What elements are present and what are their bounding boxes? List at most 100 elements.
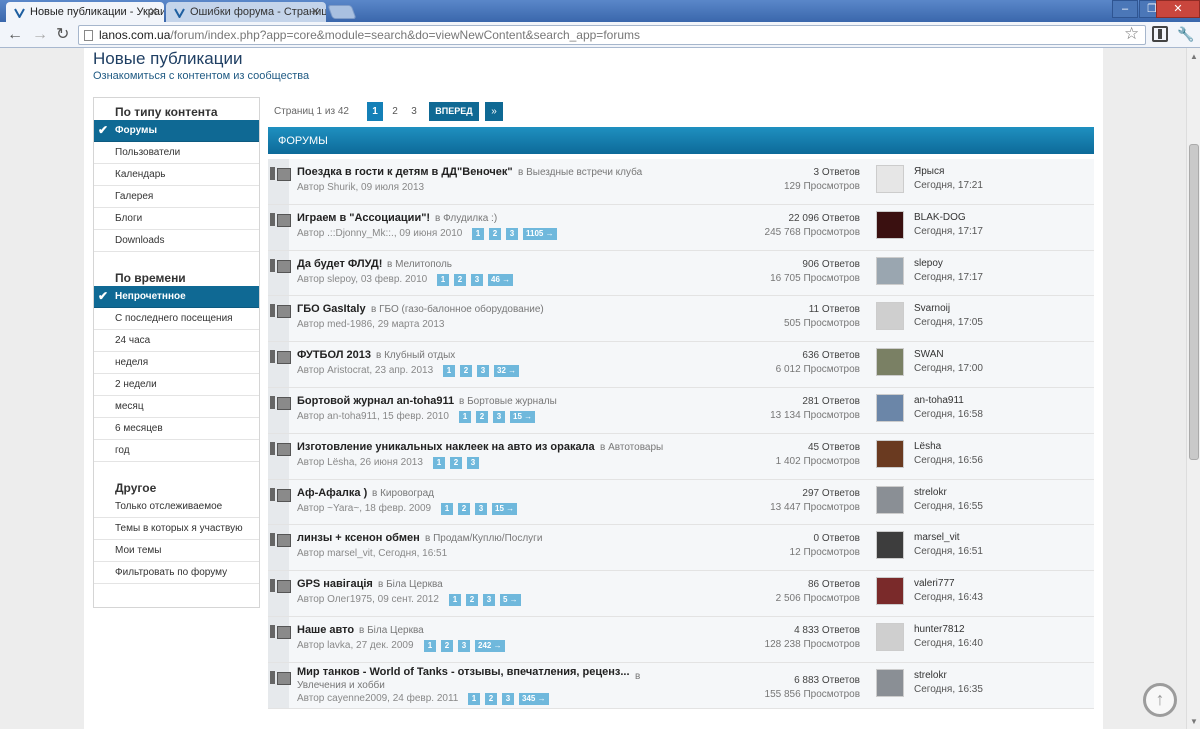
topic-page-link[interactable]: 2	[476, 410, 488, 423]
last-poster-name[interactable]: Svarnoij	[914, 303, 950, 314]
last-poster-name[interactable]: an-toha911	[914, 395, 964, 406]
topic-page-link[interactable]: 3	[477, 365, 489, 378]
last-post-time[interactable]: Сегодня, 16:51	[914, 546, 983, 557]
topic-status-icon[interactable]	[270, 167, 291, 181]
avatar[interactable]	[876, 165, 904, 193]
topic-status-icon[interactable]	[270, 258, 291, 273]
settings-wrench-icon[interactable]: 🔧	[1177, 25, 1194, 43]
topic-status-icon[interactable]	[270, 670, 291, 685]
topic-title-link[interactable]: Играем в "Ассоциации"!	[297, 212, 430, 224]
window-close-button[interactable]: ✕	[1156, 0, 1200, 18]
topic-status-icon[interactable]	[270, 624, 291, 639]
topic-page-link[interactable]: 15 →	[510, 410, 536, 423]
sidebar-item-2weeks[interactable]: 2 недели	[94, 374, 259, 396]
last-post-time[interactable]: Сегодня, 17:17	[914, 226, 983, 237]
page-2-button[interactable]: 2	[387, 102, 403, 121]
topic-row[interactable]: Да будет ФЛУД! в Мелитополь Автор slepoy, …	[268, 250, 1094, 297]
new-tab-button[interactable]	[327, 5, 357, 19]
topic-page-link[interactable]: 1	[433, 456, 445, 469]
sidebar-item-6months[interactable]: 6 месяцев	[94, 418, 259, 440]
topic-status-icon[interactable]	[270, 304, 291, 319]
avatar[interactable]	[876, 256, 904, 285]
sidebar-item-24h[interactable]: 24 часа	[94, 330, 259, 352]
last-page-button[interactable]: »	[485, 102, 503, 121]
topic-row[interactable]: Поездка в гости к детям в ДД"Веночек" в В…	[268, 159, 1094, 205]
avatar[interactable]	[876, 577, 904, 606]
last-poster-name[interactable]: slepoy	[914, 258, 943, 269]
topic-page-link[interactable]: 1	[459, 410, 471, 423]
last-post-time[interactable]: Сегодня, 16:43	[914, 592, 983, 603]
scrollbar[interactable]: ▲ ▼	[1186, 48, 1200, 729]
last-post-time[interactable]: Сегодня, 16:58	[914, 409, 983, 420]
topic-row[interactable]: GPS навігація в Біла Церква Автор Олег1975…	[268, 571, 1094, 617]
last-poster-name[interactable]: valeri777	[914, 578, 955, 589]
sidebar-item-followed[interactable]: Только отслеживаемое	[94, 496, 259, 518]
sidebar-item-calendar[interactable]: Календарь	[94, 164, 259, 186]
topic-page-link[interactable]: 3	[467, 456, 479, 469]
topic-row[interactable]: ФУТБОЛ 2013 в Клубный отдых Автор Aristocr…	[268, 342, 1094, 388]
topic-forum-link[interactable]: в Мелитополь	[387, 259, 452, 270]
topic-page-link[interactable]: 1105 →	[523, 227, 557, 240]
last-post-time[interactable]: Сегодня, 16:55	[914, 501, 983, 512]
sidebar-item-gallery[interactable]: Галерея	[94, 186, 259, 208]
last-post-time[interactable]: Сегодня, 16:56	[914, 455, 983, 466]
topic-status-icon[interactable]	[270, 212, 291, 227]
topic-forum-link[interactable]: в ГБО (газо-балонное оборудование)	[371, 304, 544, 315]
topic-forum-link[interactable]: в Біла Церква	[359, 625, 424, 636]
page-1-button[interactable]: 1	[367, 102, 383, 121]
last-poster-name[interactable]: marsel_vit	[914, 532, 960, 543]
topic-forum-link[interactable]: в Продам/Куплю/Послуги	[425, 533, 542, 544]
topic-page-link[interactable]: 2	[441, 639, 453, 652]
sidebar-item-downloads[interactable]: Downloads	[94, 230, 259, 252]
topic-page-link[interactable]: 242 →	[475, 639, 505, 652]
minimize-button[interactable]: –	[1112, 0, 1138, 18]
avatar[interactable]	[876, 485, 904, 514]
topic-status-icon[interactable]	[270, 533, 291, 548]
topic-title-link[interactable]: Поездка в гости к детям в ДД"Веночек"	[297, 166, 513, 178]
topic-forum-link[interactable]: в Автотовары	[600, 442, 663, 453]
topic-forum-link[interactable]: Увлечения и хобби	[297, 680, 385, 691]
topic-title-link[interactable]: Бортовой журнал an-toha911	[297, 395, 454, 407]
sidebar-item-year[interactable]: год	[94, 440, 259, 462]
scroll-up-icon[interactable]: ▲	[1190, 52, 1198, 61]
topic-row[interactable]: Наше авто в Біла Церква Автор lavka, 27 де…	[268, 616, 1094, 663]
topic-forum-link[interactable]: в Кировоград	[372, 488, 434, 499]
back-arrow-icon[interactable]: ←	[7, 26, 23, 44]
avatar[interactable]	[876, 439, 904, 468]
sidebar-item-month[interactable]: месяц	[94, 396, 259, 418]
next-page-button[interactable]: ВПЕРЕД	[429, 102, 479, 121]
last-post-time[interactable]: Сегодня, 16:40	[914, 638, 983, 649]
topic-row[interactable]: Бортовой журнал an-toha911 в Бортовые жур…	[268, 387, 1094, 434]
scrollbar-thumb[interactable]	[1189, 144, 1199, 460]
avatar[interactable]	[876, 393, 904, 422]
topic-page-link[interactable]: 5 →	[500, 594, 521, 607]
topic-page-link[interactable]: 2	[454, 273, 466, 286]
topic-page-link[interactable]: 3	[506, 227, 518, 240]
last-post-time[interactable]: Сегодня, 17:21	[914, 180, 983, 191]
last-poster-name[interactable]: Lësha	[914, 441, 941, 452]
topic-status-icon[interactable]	[270, 487, 291, 502]
topic-page-link[interactable]: 2	[485, 692, 497, 705]
topic-row[interactable]: Мир танков - World of Tanks - отзывы, вп…	[268, 662, 1094, 709]
topic-row[interactable]: линзы + ксенон обмен в Продам/Куплю/Послу…	[268, 525, 1094, 572]
topic-status-icon[interactable]	[270, 579, 291, 594]
forward-arrow-icon[interactable]: →	[32, 26, 48, 44]
topic-title-link[interactable]: GPS навігація	[297, 578, 373, 590]
topic-page-link[interactable]: 1	[472, 227, 484, 240]
topic-title-link[interactable]: ФУТБОЛ 2013	[297, 349, 371, 361]
topic-title-link[interactable]: линзы + ксенон обмен	[297, 532, 420, 544]
topic-page-link[interactable]: 2	[489, 227, 501, 240]
sidebar-item-participated[interactable]: Темы в которых я участвую	[94, 518, 259, 540]
avatar[interactable]	[876, 302, 904, 331]
topic-page-link[interactable]: 1	[437, 273, 449, 286]
topic-page-link[interactable]: 3	[502, 692, 514, 705]
topic-row[interactable]: Изготовление уникальных наклеек на авто …	[268, 433, 1094, 480]
topic-page-link[interactable]: 2	[466, 594, 478, 607]
sidebar-item-filter-by-forum[interactable]: Фильтровать по форуму	[94, 562, 259, 584]
avatar[interactable]	[876, 668, 904, 697]
topic-row[interactable]: Аф-Афалка ) в Кировоград Автор ~Yara~, 18 …	[268, 479, 1094, 526]
sidebar-item-since-last-visit[interactable]: С последнего посещения	[94, 308, 259, 330]
topic-title-link[interactable]: Изготовление уникальных наклеек на авто …	[297, 441, 595, 453]
last-post-time[interactable]: Сегодня, 17:17	[914, 272, 983, 283]
avatar[interactable]	[876, 348, 904, 377]
